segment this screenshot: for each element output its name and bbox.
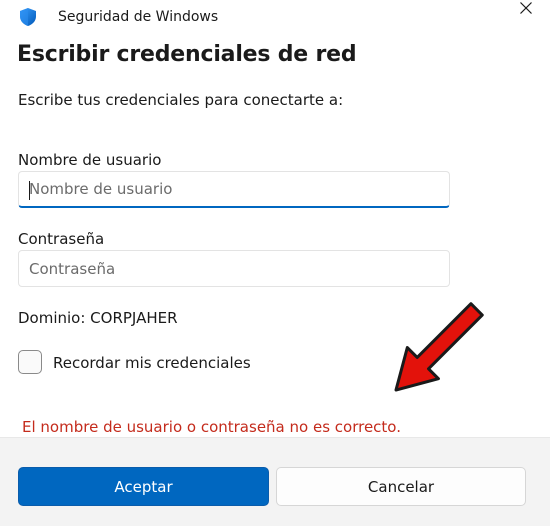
close-icon bbox=[520, 2, 532, 14]
username-input[interactable] bbox=[19, 172, 449, 206]
accept-button[interactable]: Aceptar bbox=[18, 467, 269, 506]
remember-credentials-checkbox[interactable] bbox=[18, 350, 42, 374]
close-button[interactable] bbox=[512, 0, 540, 22]
red-arrow-annotation-icon bbox=[394, 302, 484, 392]
error-message: El nombre de usuario o contraseña no es … bbox=[22, 418, 401, 436]
dialog-heading: Escribir credenciales de red bbox=[17, 42, 357, 67]
domain-text: Dominio: CORPJAHER bbox=[18, 309, 178, 327]
title-bar: Seguridad de Windows bbox=[0, 0, 550, 34]
text-caret bbox=[29, 181, 30, 200]
windows-security-shield-icon bbox=[20, 8, 36, 26]
password-field[interactable] bbox=[18, 250, 450, 287]
credentials-dialog: Seguridad de Windows Escribir credencial… bbox=[0, 0, 550, 526]
cancel-button[interactable]: Cancelar bbox=[276, 467, 526, 506]
dialog-subtitle: Escribe tus credenciales para conectarte… bbox=[18, 91, 344, 109]
remember-credentials-label[interactable]: Recordar mis credenciales bbox=[53, 354, 251, 372]
password-label: Contraseña bbox=[18, 230, 105, 248]
app-title: Seguridad de Windows bbox=[58, 9, 219, 25]
username-field[interactable] bbox=[18, 171, 450, 208]
username-label: Nombre de usuario bbox=[18, 151, 162, 169]
password-input[interactable] bbox=[19, 251, 449, 286]
